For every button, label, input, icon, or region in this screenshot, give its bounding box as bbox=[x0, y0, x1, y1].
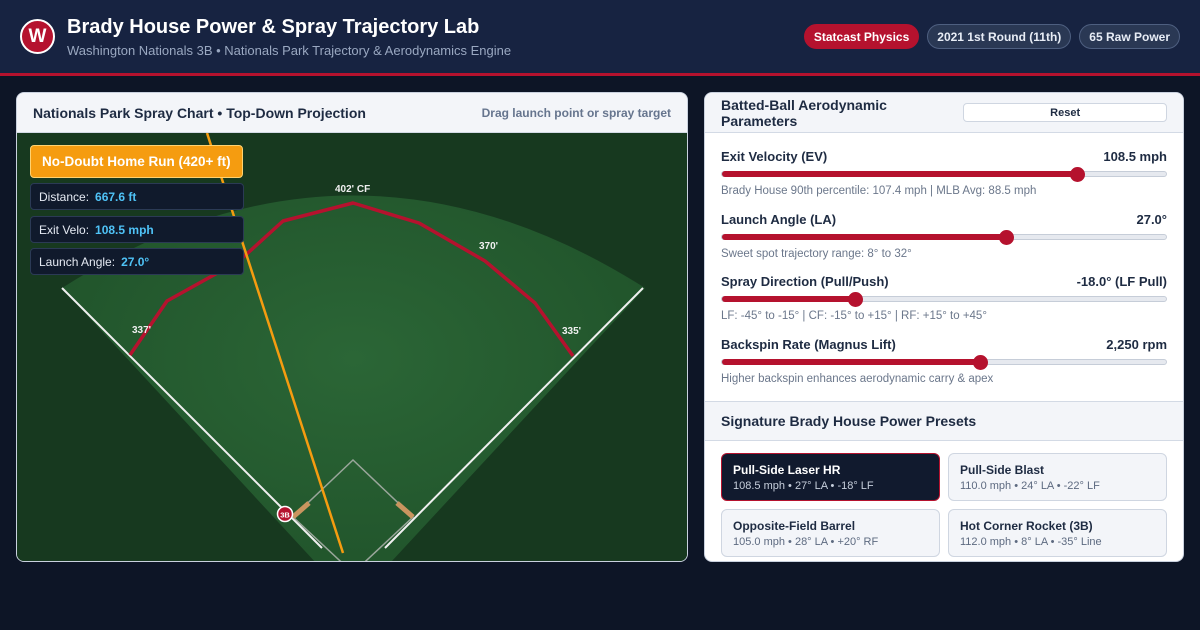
reset-button[interactable]: Reset bbox=[963, 103, 1167, 122]
wall-label-lf: 337' bbox=[132, 325, 151, 336]
param-label: Launch Angle (LA) bbox=[721, 212, 837, 227]
slider-thumb[interactable] bbox=[848, 292, 864, 307]
preset-detail: 108.5 mph • 27° LA • -18° LF bbox=[733, 480, 874, 492]
preset-pull-side-blast[interactable]: Pull-Side Blast 110.0 mph • 24° LA • -22… bbox=[948, 453, 1167, 501]
slider-fill bbox=[722, 234, 1007, 240]
preset-name: Opposite-Field Barrel bbox=[733, 519, 856, 533]
param-value: 27.0° bbox=[1136, 212, 1167, 227]
badge-raw-power: 65 Raw Power bbox=[1079, 24, 1180, 49]
param-label: Backspin Rate (Magnus Lift) bbox=[721, 337, 896, 352]
launch-angle-slider[interactable] bbox=[721, 230, 1167, 245]
stat-exit-velo-value: 108.5 mph bbox=[95, 222, 154, 237]
slider-thumb[interactable] bbox=[972, 355, 988, 370]
spray-chart-title: Nationals Park Spray Chart • Top-Down Pr… bbox=[33, 104, 366, 121]
param-value: 2,250 rpm bbox=[1106, 337, 1167, 352]
spray-chart-panel: Nationals Park Spray Chart • Top-Down Pr… bbox=[16, 92, 688, 562]
param-value: 108.5 mph bbox=[1103, 149, 1167, 164]
slider-fill bbox=[722, 171, 1078, 177]
spray-chart-header: Nationals Park Spray Chart • Top-Down Pr… bbox=[17, 93, 687, 133]
preset-opposite-field-barrel[interactable]: Opposite-Field Barrel 105.0 mph • 28° LA… bbox=[721, 509, 940, 557]
spray-direction-slider[interactable] bbox=[721, 292, 1167, 307]
stat-exit-velo: Exit Velo: 108.5 mph bbox=[30, 216, 244, 243]
app-header: W Brady House Power & Spray Trajectory L… bbox=[0, 0, 1200, 76]
param-exit-velocity: Exit Velocity (EV) 108.5 mph Brady House… bbox=[721, 149, 1167, 197]
stat-distance-value: 667.6 ft bbox=[95, 189, 137, 204]
slider-fill bbox=[722, 296, 856, 302]
header-badges: Statcast Physics 2021 1st Round (11th) 6… bbox=[803, 24, 1180, 49]
presets-title: Signature Brady House Power Presets bbox=[705, 401, 1183, 441]
preset-name: Pull-Side Blast bbox=[960, 463, 1045, 477]
param-label: Spray Direction (Pull/Push) bbox=[721, 274, 889, 289]
parameters-title: Batted-Ball Aerodynamic Parameters bbox=[721, 96, 887, 129]
param-note: Higher backspin enhances aerodynamic car… bbox=[721, 373, 994, 385]
parameters-header: Batted-Ball Aerodynamic Parameters Reset bbox=[705, 93, 1183, 133]
stat-distance: Distance: 667.6 ft bbox=[30, 183, 244, 210]
stat-exit-velo-label: Exit Velo: bbox=[39, 222, 90, 237]
slider-thumb[interactable] bbox=[999, 230, 1015, 245]
wall-label-rf: 335' bbox=[562, 326, 581, 337]
badge-statcast: Statcast Physics bbox=[803, 24, 920, 49]
param-label: Exit Velocity (EV) bbox=[721, 149, 828, 164]
stat-distance-label: Distance: bbox=[39, 189, 90, 204]
spray-chart-field[interactable]: 337' 402' CF 370' 335' 3B No-Doubt Home … bbox=[17, 133, 687, 561]
param-note: LF: -45° to -15° | CF: -15° to +15° | RF… bbox=[721, 310, 987, 322]
preset-pull-side-laser-hr[interactable]: Pull-Side Laser HR 108.5 mph • 27° LA • … bbox=[721, 453, 940, 501]
stat-launch-angle: Launch Angle: 27.0° bbox=[30, 248, 244, 275]
spray-chart-hint: Drag launch point or spray target bbox=[481, 105, 671, 120]
preset-hot-corner-rocket[interactable]: Hot Corner Rocket (3B) 112.0 mph • 8° LA… bbox=[948, 509, 1167, 557]
page-subtitle: Washington Nationals 3B • Nationals Park… bbox=[67, 43, 512, 58]
stat-launch-angle-label: Launch Angle: bbox=[39, 254, 116, 269]
result-badge: No-Doubt Home Run (420+ ft) bbox=[30, 145, 243, 178]
parameters-panel: Batted-Ball Aerodynamic Parameters Reset… bbox=[704, 92, 1184, 562]
param-note: Brady House 90th percentile: 107.4 mph |… bbox=[721, 185, 1037, 197]
wall-label-cf: 402' CF bbox=[335, 184, 370, 195]
slider-thumb[interactable] bbox=[1070, 167, 1086, 182]
stat-launch-angle-value: 27.0° bbox=[121, 254, 150, 269]
param-value: -18.0° (LF Pull) bbox=[1076, 274, 1167, 289]
nationals-logo: W bbox=[20, 19, 55, 54]
preset-detail: 110.0 mph • 24° LA • -22° LF bbox=[960, 480, 1100, 492]
param-note: Sweet spot trajectory range: 8° to 32° bbox=[721, 248, 912, 260]
exit-velocity-slider[interactable] bbox=[721, 167, 1167, 182]
badge-draft: 2021 1st Round (11th) bbox=[927, 24, 1072, 49]
param-backspin-rate: Backspin Rate (Magnus Lift) 2,250 rpm Hi… bbox=[721, 337, 1167, 385]
page-title: Brady House Power & Spray Trajectory Lab bbox=[67, 16, 480, 38]
preset-detail: 112.0 mph • 8° LA • -35° Line bbox=[960, 536, 1102, 548]
backspin-rate-slider[interactable] bbox=[721, 355, 1167, 370]
preset-name: Pull-Side Laser HR bbox=[733, 463, 841, 477]
preset-name: Hot Corner Rocket (3B) bbox=[960, 519, 1093, 533]
param-spray-direction: Spray Direction (Pull/Push) -18.0° (LF P… bbox=[721, 274, 1167, 322]
param-launch-angle: Launch Angle (LA) 27.0° Sweet spot traje… bbox=[721, 212, 1167, 260]
slider-fill bbox=[722, 359, 980, 365]
wall-label-rcf: 370' bbox=[479, 241, 498, 252]
batter-marker-label: 3B bbox=[280, 511, 290, 520]
preset-detail: 105.0 mph • 28° LA • +20° RF bbox=[733, 536, 879, 548]
